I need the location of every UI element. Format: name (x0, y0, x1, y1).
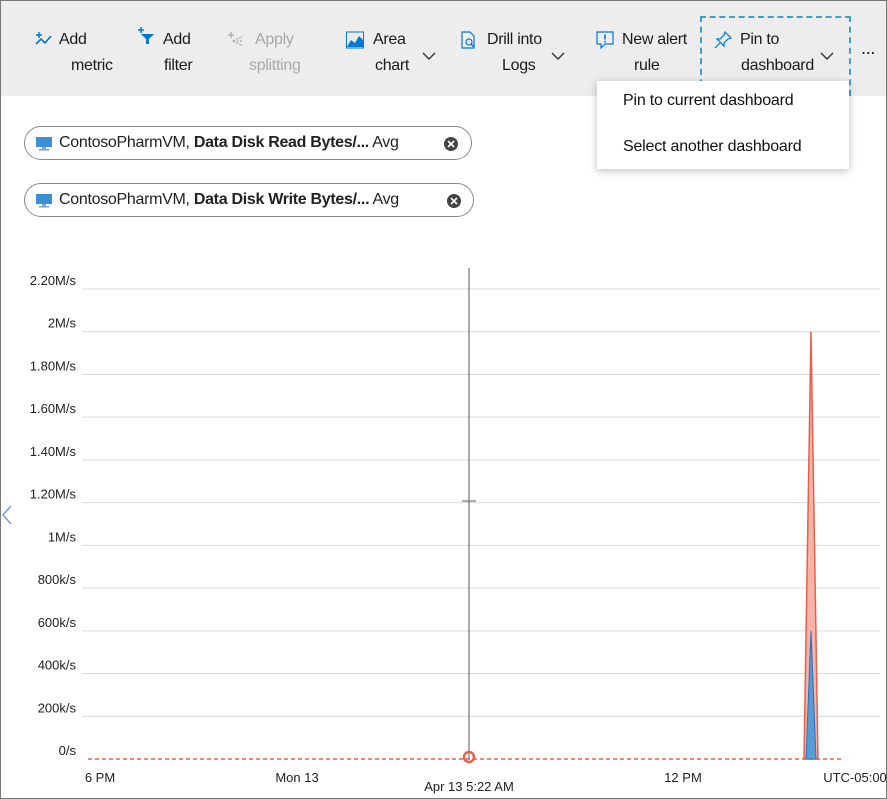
y-axis: 0/s 200k/s 400k/s 600k/s 800k/s 1M/s 1.20M/s 1.… (30, 273, 77, 758)
y-tick-label: 400k/s (38, 658, 77, 673)
y-tick-label: 2M/s (48, 316, 77, 331)
x-tick-label: 6 PM (85, 770, 115, 785)
y-tick-label: 200k/s (38, 700, 77, 715)
x-tick-label: Mon 13 (275, 770, 318, 785)
menu-item-pin-current[interactable]: Pin to current dashboard (623, 92, 794, 110)
chart-grid (82, 288, 880, 717)
y-tick-label: 1M/s (48, 529, 77, 544)
y-tick-label: 1.60M/s (30, 401, 77, 416)
x-tick-label: 12 PM (664, 770, 702, 785)
x-tick-label: UTC-05:00 (823, 770, 887, 785)
chart-cursor (462, 268, 476, 764)
y-tick-label: 800k/s (38, 572, 77, 587)
menu-item-select-another[interactable]: Select another dashboard (623, 138, 802, 156)
pin-dropdown-menu: Pin to current dashboard Select another … (597, 81, 849, 169)
chevron-left-icon[interactable] (2, 505, 12, 525)
y-tick-label: 0/s (59, 743, 77, 758)
y-tick-label: 1.40M/s (30, 444, 77, 459)
y-tick-label: 1.20M/s (30, 487, 77, 502)
y-tick-label: 2.20M/s (30, 273, 77, 288)
x-axis: 6 PM Mon 13 12 PM UTC-05:00 Apr 13 5:22 AM (85, 770, 887, 794)
y-tick-label: 1.80M/s (30, 358, 77, 373)
cursor-time-label: Apr 13 5:22 AM (424, 779, 514, 794)
y-tick-label: 600k/s (38, 615, 77, 630)
